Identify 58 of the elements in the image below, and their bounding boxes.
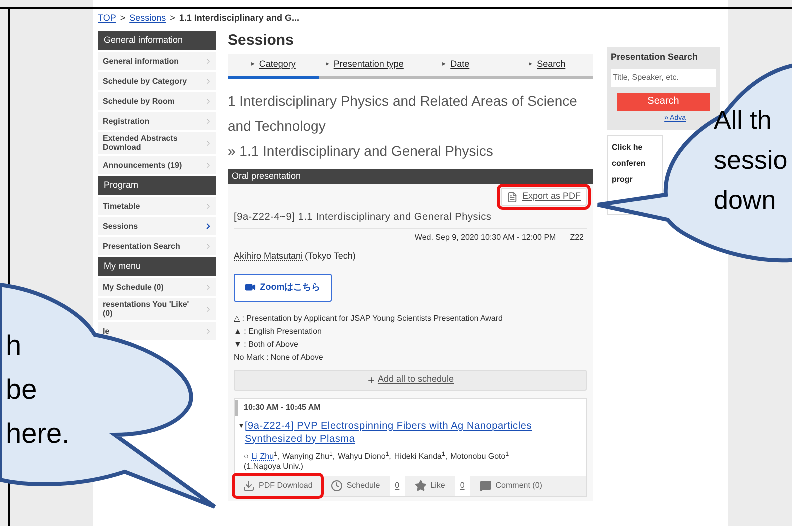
breadcrumb-current: 1.1 Interdisciplinary and G...	[179, 12, 300, 26]
category-heading: 1 Interdisciplinary Physics and Related Areas of Science and Technology	[228, 92, 578, 136]
page-title: Sessions	[228, 31, 295, 51]
sidebar-item[interactable]: Schedule by Room	[98, 92, 216, 110]
session-room: Z22	[570, 232, 584, 244]
like-button[interactable]: Like	[404, 476, 456, 496]
breadcrumb-link[interactable]: Sessions	[130, 12, 166, 26]
breadcrumb-separator: >	[170, 12, 176, 26]
sidebar-item[interactable]: General information	[98, 52, 216, 70]
legend-text: △ : Presentation by Applicant for JSAP Young Scientists Presentation Award	[234, 312, 504, 324]
author-name: Wanying Zhu$^{1}$,	[282, 452, 336, 462]
sidebar-item[interactable]: Sessions	[98, 217, 216, 235]
chair-link[interactable]: Akihiro Matsutani	[234, 250, 304, 264]
session-datetime: Wed. Sep 9, 2020 10:30 AM - 12:00 PM	[414, 232, 556, 244]
sidebar-item[interactable]: Announcements (19)	[98, 156, 216, 174]
notice-text: progr	[612, 174, 634, 186]
author-name: Li Zhu$^{1}$,	[252, 452, 280, 462]
schedule-button[interactable]: Schedule	[320, 476, 390, 496]
legend-text: ▼ : Both of Above	[234, 338, 300, 350]
author-name: Motonobu Goto$^{1}$	[450, 452, 510, 462]
sidebar-section-header: My menu	[98, 257, 216, 276]
presenter-mark: ○	[244, 452, 249, 462]
count-badge: 0	[390, 476, 405, 496]
sidebar-item[interactable]: Schedule by Category	[98, 72, 216, 90]
search-field[interactable]: Title, Speaker, etc.	[611, 68, 716, 86]
sidebar-section-header: Program	[98, 176, 216, 195]
author-name: Wahyu Diono$^{1}$,	[338, 452, 392, 462]
presentation-time: 10:30 AM - 10:45 AM	[235, 400, 586, 416]
legend-text: No Mark : None of Above	[234, 352, 324, 364]
presentation-title-link[interactable]: [9a-Z22-4] PVP Electrospinning Fibers with Ag Nanoparticles Synthesized by Plasma	[244, 420, 583, 446]
pdf-download-button[interactable]: PDF Download	[235, 476, 321, 496]
sidebar-item[interactable]: Extended Abstracts Download	[98, 132, 216, 154]
search-panel-title: Presentation Search	[611, 51, 700, 64]
sidebar-item[interactable]: le	[98, 322, 216, 340]
session-title: [9a-Z22-4~9] 1.1 Interdisciplinary and General Physics	[234, 210, 587, 229]
callout-text: All th sessio down	[714, 104, 788, 217]
count-badge: 0	[455, 476, 470, 496]
chair-affiliation: (Tokyo Tech)	[305, 250, 356, 263]
sidebar-item[interactable]: Presentation Search	[98, 237, 216, 255]
add-all-button[interactable]: Add all to schedule	[234, 370, 587, 390]
sidebar-item[interactable]: Registration	[98, 112, 216, 130]
breadcrumb-link[interactable]: TOP	[98, 12, 116, 26]
breadcrumb-separator: >	[120, 12, 126, 26]
sidebar-item[interactable]: Timetable	[98, 197, 216, 215]
author-name: Hideki Kanda$^{1}$,	[394, 452, 448, 462]
notice-text: Click he	[612, 142, 644, 154]
comment-button[interactable]: Comment (0)	[470, 476, 552, 496]
sidebar-item[interactable]: resentations You 'Like' (0)	[98, 298, 216, 320]
zoom-button[interactable]: Zoomはこちら	[234, 274, 332, 302]
sidebar-section-header: General information	[98, 31, 216, 50]
callout-text: h be here.	[6, 329, 70, 451]
search-button[interactable]: Search	[617, 92, 710, 110]
panel-header: Oral presentation	[228, 169, 593, 184]
legend-text: ▲ : English Presentation	[234, 326, 323, 338]
affiliation-text: (1.Nagoya Univ.)	[243, 462, 304, 472]
sidebar-item[interactable]: My Schedule (0)	[98, 278, 216, 296]
notice-text: conferen	[612, 158, 647, 170]
subcategory-heading: » 1.1 Interdisciplinary and General Physics	[228, 142, 494, 161]
